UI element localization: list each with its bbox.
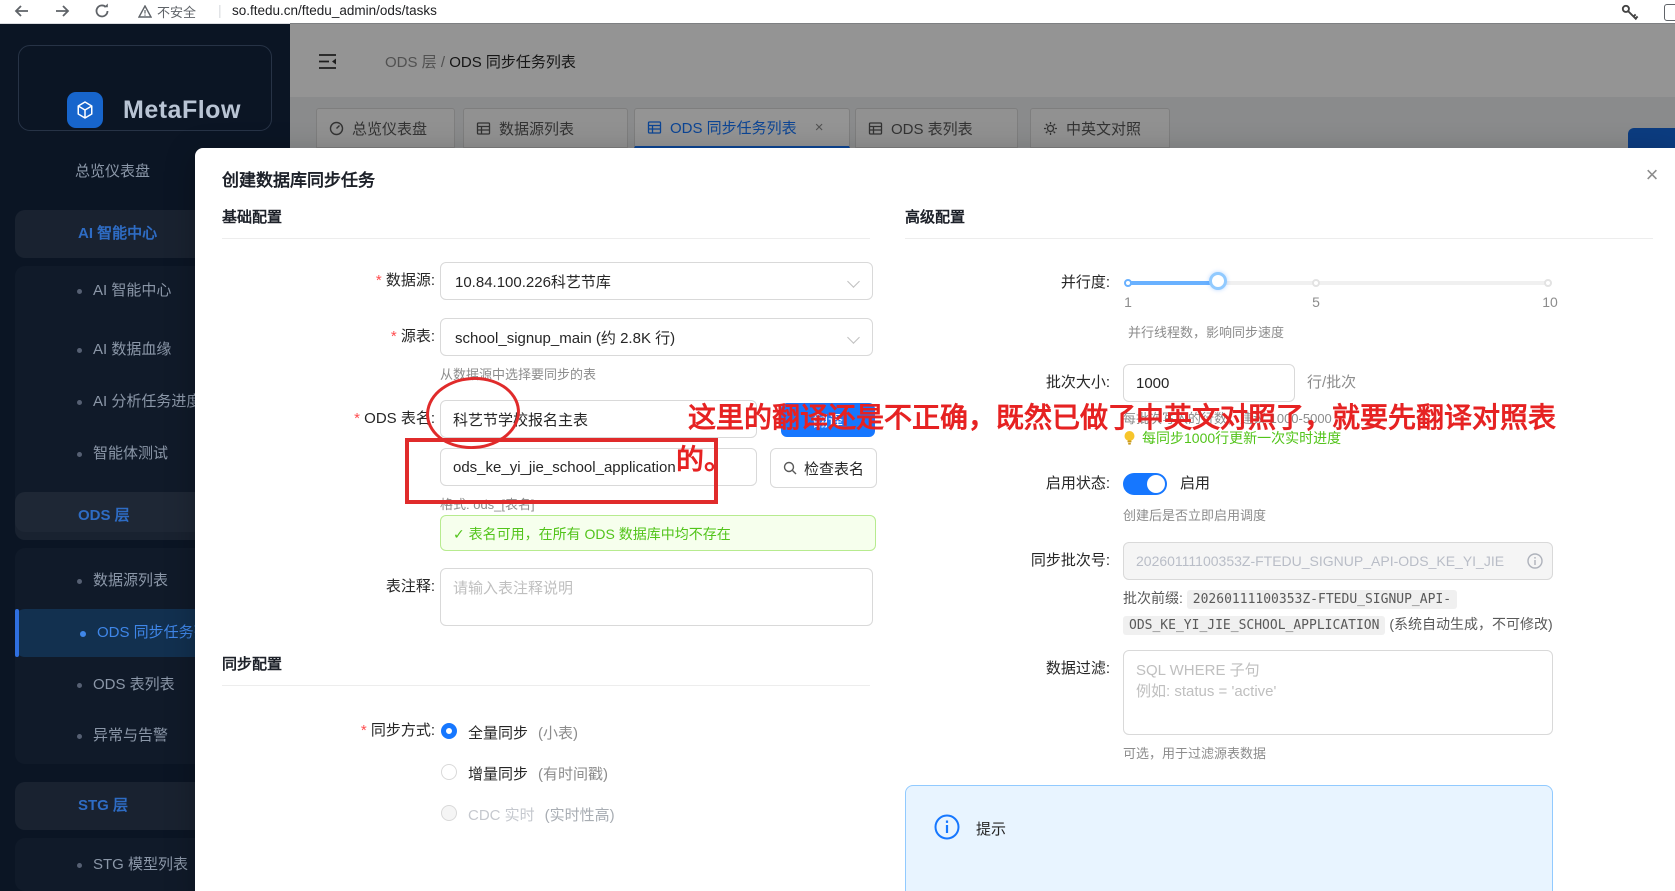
- search-icon: [783, 461, 797, 475]
- tip-box: 提示: [905, 785, 1553, 891]
- bullet-icon: [77, 579, 82, 584]
- metaflow-logo-icon: [67, 92, 103, 128]
- password-key-icon[interactable]: [1620, 3, 1640, 23]
- browser-bar: 不安全 | so.ftedu.cn/ftedu_admin/ods/tasks: [0, 0, 1675, 24]
- parallelism-label: 并行度:: [1060, 274, 1110, 291]
- security-label: 不安全: [157, 5, 197, 20]
- ods-table-name-label: ODS 表名:: [235, 400, 435, 438]
- modal-title: 创建数据库同步任务: [222, 171, 375, 190]
- divider: [222, 685, 870, 686]
- modal-close-icon[interactable]: ×: [1639, 162, 1665, 188]
- datasource-value: 10.84.100.226科艺节库: [455, 273, 611, 291]
- translate-icon[interactable]: [1664, 4, 1675, 21]
- sync-method-label: 同步方式:: [235, 713, 435, 749]
- radio-full-sync[interactable]: [441, 723, 457, 739]
- source-table-value: school_signup_main (约 2.8K 行): [455, 329, 676, 347]
- bullet-icon: [77, 863, 82, 868]
- browser-reload-icon[interactable]: [92, 1, 112, 21]
- table-name-success-alert: ✓ 表名可用，在所有 ODS 数据库中均不存在: [440, 515, 876, 551]
- section-title-basic: 基础配置: [222, 209, 283, 226]
- table-comment-textarea[interactable]: [440, 568, 873, 626]
- parallelism-slider-fill: [1128, 281, 1220, 285]
- url-separator: |: [218, 2, 222, 18]
- security-indicator[interactable]: 不安全: [138, 2, 196, 21]
- address-url[interactable]: so.ftedu.cn/ftedu_admin/ods/tasks: [232, 3, 437, 18]
- enable-helper: 创建后是否立即启用调度: [1123, 508, 1267, 523]
- chevron-down-icon: [847, 331, 860, 344]
- bullet-icon: [77, 348, 82, 353]
- batch-no-label: 同步批次号:: [1030, 552, 1110, 569]
- info-circle-icon: [934, 814, 960, 840]
- logo-container: MetaFlow: [18, 45, 272, 131]
- source-table-select[interactable]: school_signup_main (约 2.8K 行): [440, 318, 873, 356]
- bullet-icon: [77, 289, 82, 294]
- check-table-name-button[interactable]: 检查表名: [770, 448, 877, 488]
- divider: [222, 238, 870, 239]
- batch-no-input: [1123, 542, 1553, 580]
- batch-prefix-line2: ODS_KE_YI_JIE_SCHOOL_APPLICATION (系统自动生成…: [1123, 614, 1553, 635]
- source-table-label: 源表:: [235, 318, 435, 356]
- radio-incremental-sync-label[interactable]: 增量同步 (有时间戳): [468, 763, 608, 784]
- radio-cdc-realtime-label: CDC 实时 (实时性高): [468, 807, 615, 824]
- slider-mark-1: 1: [1124, 294, 1132, 310]
- bullet-icon: [80, 631, 86, 637]
- browser-forward-icon[interactable]: [52, 1, 72, 21]
- slider-mark-5: 5: [1312, 294, 1320, 310]
- radio-cdc-realtime: [441, 805, 457, 821]
- browser-back-icon[interactable]: [12, 1, 32, 21]
- enable-state-text: 启用: [1180, 475, 1211, 492]
- info-icon[interactable]: [1527, 553, 1543, 569]
- logo-text: MetaFlow: [123, 96, 241, 124]
- annotation-text-line2: 的。: [676, 444, 733, 475]
- parallelism-slider-handle[interactable]: [1209, 272, 1227, 290]
- bullet-icon: [77, 452, 82, 457]
- datasource-label: 数据源:: [235, 262, 435, 300]
- bullet-icon: [77, 400, 82, 405]
- chevron-down-icon: [847, 275, 860, 288]
- radio-incremental-sync[interactable]: [441, 764, 457, 780]
- section-title-sync: 同步配置: [222, 656, 283, 673]
- batch-prefix-line1: 批次前缀: 20260111100353Z-FTEDU_SIGNUP_API-: [1123, 588, 1458, 609]
- tip-box-title: 提示: [976, 821, 1007, 838]
- table-comment-label: 表注释:: [385, 578, 435, 595]
- create-sync-task-modal: 创建数据库同步任务 × 基础配置 数据源: 10.84.100.226科艺节库 …: [195, 148, 1675, 891]
- slider-mark-dot: [1124, 279, 1132, 287]
- cube-icon: [77, 101, 93, 119]
- section-title-advanced: 高级配置: [905, 209, 966, 226]
- radio-full-sync-label[interactable]: 全量同步 (小表): [468, 722, 578, 743]
- enable-status-label: 启用状态:: [1045, 475, 1110, 492]
- annotation-rectangle: [405, 438, 718, 504]
- data-filter-label: 数据过滤:: [1045, 660, 1110, 677]
- parallelism-helper: 并行线程数，影响同步速度: [1128, 325, 1285, 340]
- datasource-select[interactable]: 10.84.100.226科艺节库: [440, 262, 873, 300]
- slider-mark-dot: [1312, 279, 1320, 287]
- divider: [905, 238, 1653, 239]
- data-filter-textarea[interactable]: [1123, 650, 1553, 735]
- warning-icon: [138, 5, 152, 18]
- batch-prefix-note: (系统自动生成，不可修改): [1389, 616, 1553, 632]
- annotation-text-line1: 这里的翻译还是不正确，既然已做了中英文对照了，就要先翻译对照表: [688, 402, 1557, 433]
- app-root: 不安全 | so.ftedu.cn/ftedu_admin/ods/tasks …: [0, 0, 1675, 891]
- slider-mark-dot: [1544, 279, 1552, 287]
- toggle-knob: [1147, 475, 1165, 493]
- enable-toggle[interactable]: [1123, 473, 1167, 495]
- data-filter-helper: 可选，用于过滤源表数据: [1123, 746, 1267, 761]
- bullet-icon: [77, 683, 82, 688]
- slider-mark-10: 10: [1542, 294, 1558, 310]
- batch-prefix-code: ODS_KE_YI_JIE_SCHOOL_APPLICATION: [1123, 616, 1386, 635]
- bullet-icon: [77, 734, 82, 739]
- batch-prefix-code: 20260111100353Z-FTEDU_SIGNUP_API-: [1186, 590, 1458, 609]
